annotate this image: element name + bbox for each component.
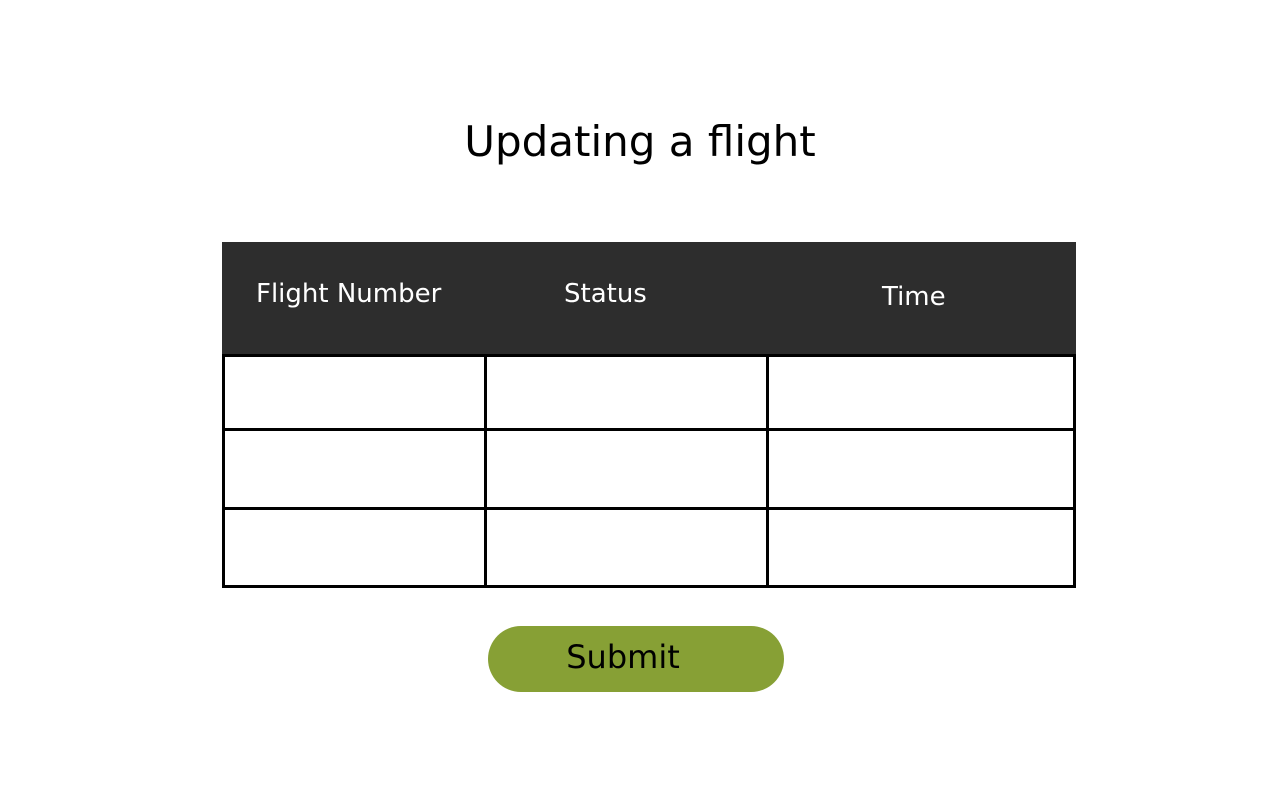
table-cell-status[interactable] [484, 428, 769, 510]
update-flight-page: Updating a flight Flight Number Status T… [0, 0, 1280, 800]
status-input[interactable] [487, 510, 766, 585]
flight-table-body [222, 354, 1076, 588]
time-input[interactable] [769, 431, 1073, 507]
table-cell-time[interactable] [766, 507, 1076, 588]
submit-button-label: Submit [566, 638, 680, 676]
table-header: Flight Number Status Time [222, 242, 1076, 356]
time-input[interactable] [769, 510, 1073, 585]
table-cell-flight-number[interactable] [222, 354, 487, 431]
table-cell-status[interactable] [484, 354, 769, 431]
flight-number-input[interactable] [225, 357, 484, 428]
table-cell-status[interactable] [484, 507, 769, 588]
column-header-flight-number: Flight Number [256, 279, 442, 309]
flight-number-input[interactable] [225, 431, 484, 507]
status-input[interactable] [487, 357, 766, 428]
status-input[interactable] [487, 431, 766, 507]
page-title: Updating a flight [464, 117, 816, 166]
table-cell-time[interactable] [766, 354, 1076, 431]
submit-button[interactable]: Submit [488, 626, 784, 692]
column-header-status: Status [564, 279, 647, 309]
time-input[interactable] [769, 357, 1073, 428]
table-cell-flight-number[interactable] [222, 507, 487, 588]
table-cell-flight-number[interactable] [222, 428, 487, 510]
flight-number-input[interactable] [225, 510, 484, 585]
column-header-time: Time [882, 282, 946, 312]
table-cell-time[interactable] [766, 428, 1076, 510]
